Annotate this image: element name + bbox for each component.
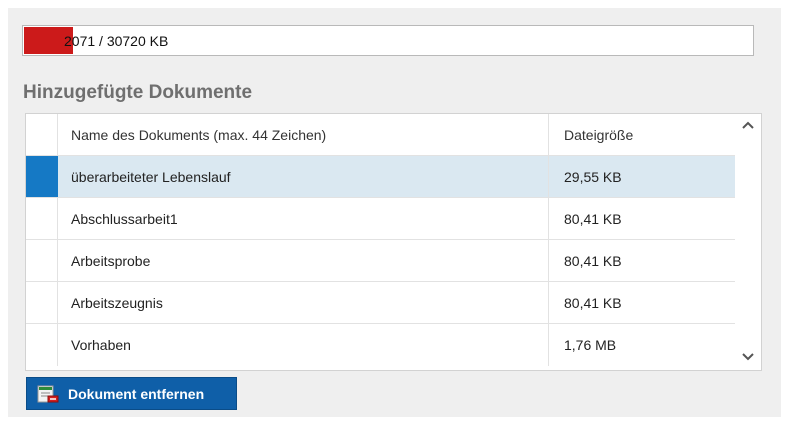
table-row[interactable]: überarbeiteter Lebenslauf 29,55 KB [26,156,735,198]
table-row[interactable]: Abschlussarbeit1 80,41 KB [26,198,735,240]
remove-document-button[interactable]: Dokument entfernen [26,377,237,410]
document-name: überarbeiteter Lebenslauf [71,169,231,185]
row-select-handle[interactable] [26,240,58,281]
remove-button-label: Dokument entfernen [68,386,205,402]
table-row[interactable]: Arbeitszeugnis 80,41 KB [26,282,735,324]
document-name: Vorhaben [71,337,131,353]
quota-text: 2071 / 30720 KB [64,33,169,49]
document-size: 1,76 MB [564,337,617,353]
documents-table: Name des Dokuments (max. 44 Zeichen) Dat… [25,113,762,371]
row-select-handle[interactable] [26,324,58,366]
row-select-handle[interactable] [26,156,58,197]
document-name: Arbeitsprobe [71,253,151,269]
document-name: Arbeitszeugnis [71,295,163,311]
chevron-up-icon[interactable] [739,117,757,133]
row-select-handle[interactable] [26,282,58,323]
table-scrollbar[interactable] [735,114,761,370]
column-header-size[interactable]: Dateigröße [564,127,633,143]
row-select-handle[interactable] [26,198,58,239]
table-header: Name des Dokuments (max. 44 Zeichen) Dat… [26,114,735,156]
document-size: 80,41 KB [564,253,622,269]
storage-quota-bar: 2071 / 30720 KB [22,25,754,56]
document-name: Abschlussarbeit1 [71,211,178,227]
document-size: 29,55 KB [564,169,622,185]
document-size: 80,41 KB [564,295,622,311]
table-row[interactable]: Arbeitsprobe 80,41 KB [26,240,735,282]
table-row[interactable]: Vorhaben 1,76 MB [26,324,735,366]
section-title: Hinzugefügte Dokumente [23,82,253,103]
document-remove-icon [37,385,59,403]
document-size: 80,41 KB [564,211,622,227]
chevron-down-icon[interactable] [739,349,757,365]
header-select-cell [26,114,58,155]
column-header-name[interactable]: Name des Dokuments (max. 44 Zeichen) [71,127,326,143]
